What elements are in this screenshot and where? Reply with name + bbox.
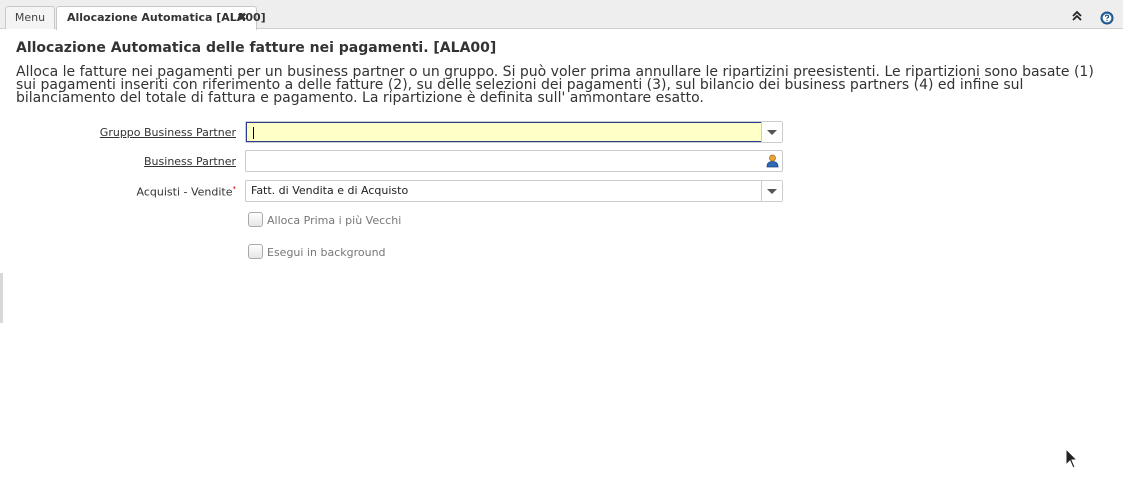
process-dialog: Allocazione Automatica delle fatture nei…: [0, 29, 1123, 499]
bp-group-combobox[interactable]: [245, 121, 783, 143]
page-title: Allocazione Automatica delle fatture nei…: [16, 40, 497, 56]
bp-search-field[interactable]: [245, 150, 783, 172]
so-po-label: Acquisti - Vendite*: [137, 185, 236, 199]
bp-label[interactable]: Business Partner: [144, 155, 236, 168]
chevron-down-icon[interactable]: [761, 181, 782, 201]
mouse-cursor-icon: [1065, 447, 1079, 470]
chevron-down-icon[interactable]: [761, 122, 782, 142]
tab-allocazione-automatica[interactable]: Allocazione Automatica [ALA00] ✖: [56, 6, 266, 30]
background-checkbox[interactable]: [248, 244, 263, 259]
so-po-select[interactable]: Fatt. di Vendita e di Acquisto: [245, 180, 783, 202]
oldest-first-label[interactable]: Alloca Prima i più Vecchi: [267, 214, 401, 227]
text-caret: [253, 127, 254, 139]
close-icon[interactable]: ✖: [237, 7, 247, 28]
bp-group-input[interactable]: [246, 122, 763, 142]
double-chevron-up-icon[interactable]: [1070, 9, 1084, 23]
help-icon[interactable]: [1100, 10, 1114, 25]
so-po-selected-value: Fatt. di Vendita e di Acquisto: [251, 184, 409, 197]
tab-bar: Menu Allocazione Automatica [ALA00] ✖: [0, 0, 1123, 30]
required-marker: *: [232, 185, 237, 193]
left-edge-handle: [0, 273, 3, 323]
process-description: Alloca le fatture nei pagamenti per un b…: [16, 64, 1094, 106]
tab-menu[interactable]: Menu: [5, 6, 55, 29]
background-label[interactable]: Esegui in background: [267, 246, 386, 259]
so-po-label-text: Acquisti - Vendite: [136, 185, 233, 199]
business-partner-icon[interactable]: [766, 154, 779, 168]
bp-group-label[interactable]: Gruppo Business Partner: [100, 126, 236, 139]
oldest-first-checkbox[interactable]: [248, 212, 263, 227]
tab-label: Allocazione Automatica [ALA00]: [67, 11, 266, 24]
